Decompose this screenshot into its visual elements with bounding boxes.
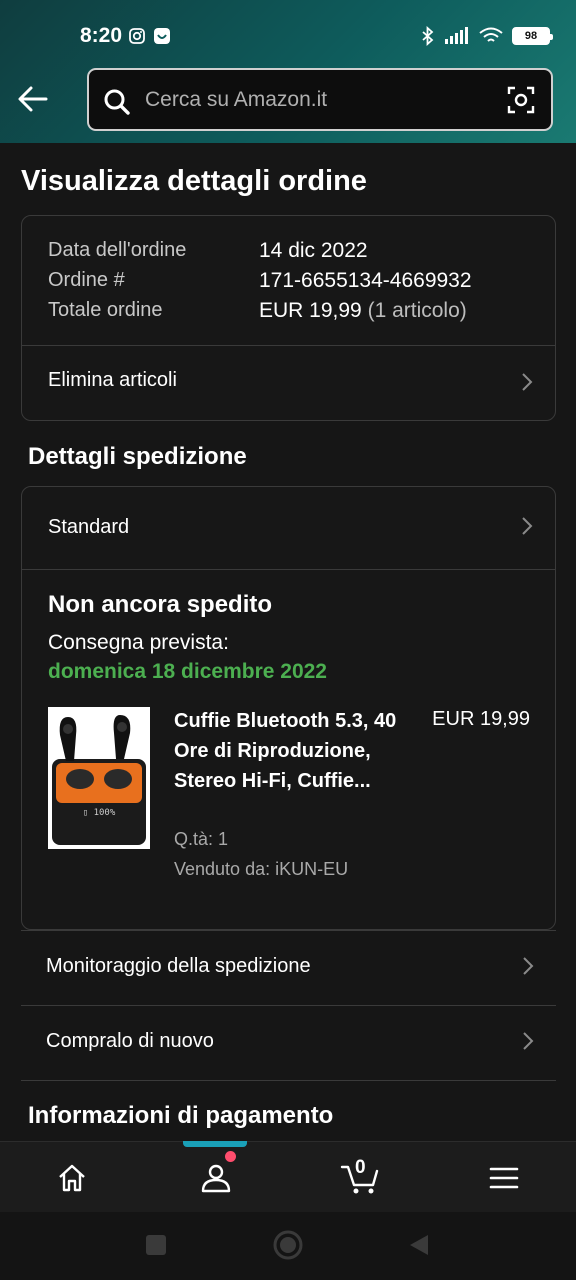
notification-dot: [225, 1151, 236, 1162]
app-notification-icon: [154, 28, 170, 44]
divider: [22, 569, 555, 570]
shipment-card: Standard Non ancora spedito Consegna pre…: [21, 486, 556, 930]
delivery-date: domenica 18 dicembre 2022: [48, 660, 327, 683]
product-title-link[interactable]: Cuffie Bluetooth 5.3, 40 Ore di Riproduz…: [174, 706, 404, 796]
back-arrow-icon[interactable]: [16, 84, 50, 114]
shipment-status: Non ancora spedito: [48, 591, 273, 618]
home-button-icon[interactable]: [272, 1229, 304, 1261]
back-button-icon[interactable]: [408, 1233, 430, 1257]
order-date-value: 14 dic 2022: [259, 239, 368, 262]
cart-count: 0: [355, 1157, 366, 1178]
camera-scan-icon[interactable]: [507, 86, 535, 114]
nav-account[interactable]: [144, 1142, 288, 1213]
track-shipment-row[interactable]: Monitoraggio della spedizione: [21, 930, 556, 1005]
product-seller: Venduto da: iKUN-EU: [174, 859, 349, 879]
home-icon: [59, 1164, 85, 1191]
product-quantity: Q.tà: 1: [174, 829, 229, 849]
top-bar: 8:20 98: [0, 0, 576, 143]
search-input[interactable]: [145, 85, 485, 115]
chevron-right-icon: [522, 373, 533, 391]
status-icons: 98: [420, 26, 553, 46]
account-icon: [201, 1164, 231, 1192]
product-price: EUR 19,99: [432, 708, 530, 730]
track-shipment-label: Monitoraggio della spedizione: [46, 955, 311, 977]
signal-icon: [445, 27, 468, 44]
nav-menu[interactable]: [432, 1142, 576, 1213]
active-tab-indicator: [183, 1141, 247, 1147]
bluetooth-icon: [422, 26, 434, 46]
chevron-right-icon: [523, 1032, 534, 1050]
shipping-method-row[interactable]: Standard: [22, 487, 555, 569]
page-title: Visualizza dettagli ordine: [21, 165, 367, 197]
order-total-label: Totale ordine: [48, 299, 163, 321]
shipping-section-title: Dettagli spedizione: [28, 443, 247, 470]
delete-items-label: Elimina articoli: [48, 369, 177, 391]
status-time: 8:20: [80, 24, 123, 47]
order-total-amount: EUR 19,99: [259, 299, 362, 322]
nav-home[interactable]: [0, 1142, 144, 1213]
recents-icon[interactable]: [145, 1234, 167, 1256]
order-summary-card: Data dell'ordine 14 dic 2022 Ordine # 17…: [21, 215, 556, 421]
divider: [21, 1080, 556, 1081]
wifi-icon: [479, 27, 503, 42]
search-bar[interactable]: [87, 68, 553, 131]
battery-indicator: 98: [512, 27, 553, 45]
order-total-items: (1 articolo): [367, 299, 467, 322]
menu-icon: [489, 1167, 519, 1188]
buy-again-row[interactable]: Compralo di nuovo: [21, 1005, 556, 1080]
search-icon: [104, 89, 130, 115]
instagram-icon: [129, 28, 145, 44]
status-bar: 8:20 98: [0, 22, 576, 54]
order-number-label: Ordine #: [48, 269, 125, 291]
bottom-nav: [0, 1141, 576, 1212]
shipping-method-label: Standard: [48, 516, 130, 538]
chevron-right-icon: [522, 517, 533, 535]
delivery-label: Consegna prevista:: [48, 631, 229, 654]
order-number-value: 171-6655134-4669932: [259, 269, 472, 292]
product-image[interactable]: ▯ 100%: [48, 707, 150, 849]
chevron-right-icon: [523, 957, 534, 975]
system-nav-bar: [0, 1212, 576, 1280]
payment-section-title: Informazioni di pagamento: [28, 1102, 334, 1129]
earbuds-case-image: ▯ 100%: [48, 707, 150, 849]
order-total-value: EUR 19,99 (1 articolo): [259, 299, 467, 323]
order-date-label: Data dell'ordine: [48, 239, 187, 261]
delete-items-row[interactable]: Elimina articoli: [22, 346, 555, 421]
buy-again-label: Compralo di nuovo: [46, 1030, 214, 1052]
svg-text:▯ 100%: ▯ 100%: [83, 808, 116, 818]
